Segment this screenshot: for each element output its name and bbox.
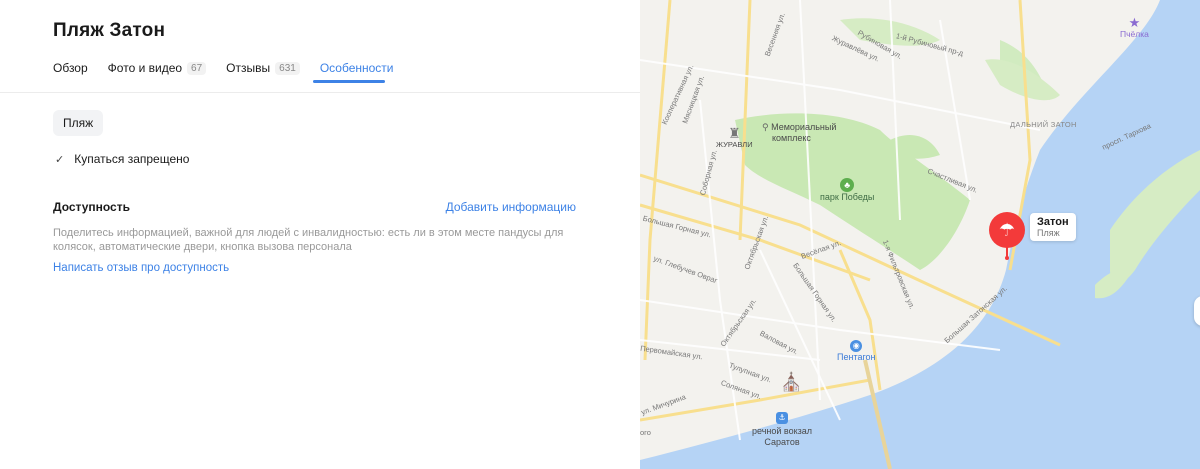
pin-label-card[interactable]: Затон Пляж xyxy=(1030,213,1076,241)
tab-reviews-label: Отзывы xyxy=(226,61,271,75)
add-info-link[interactable]: Добавить информацию xyxy=(446,200,576,214)
pin-place-type: Пляж xyxy=(1037,228,1060,238)
map-view[interactable]: Журавлёва ул. Рубиновая ул. 1-й Рубиновы… xyxy=(640,0,1200,469)
star-icon: ★ xyxy=(1128,15,1141,30)
ferry-icon: ⚓ xyxy=(776,412,788,424)
tab-bar: Обзор Фото и видео 67 Отзывы 631 Особенн… xyxy=(53,58,414,78)
park-label: парк Победы xyxy=(820,192,875,202)
place-title: Пляж Затон xyxy=(53,20,166,41)
map-side-button[interactable] xyxy=(1194,296,1200,326)
monument-zhuravli-icon: ♜ xyxy=(728,125,741,141)
river-station-line1: речной вокзал xyxy=(752,426,813,436)
category-chip[interactable]: Пляж xyxy=(53,110,104,136)
river-station-line2: Саратов xyxy=(764,437,800,447)
map-canvas xyxy=(640,0,1200,469)
pchelka-poi[interactable]: ★ Пчёлка xyxy=(1120,16,1149,39)
park-icon: ♣ xyxy=(840,178,855,192)
tab-reviews-count: 631 xyxy=(275,61,300,75)
active-tab-indicator xyxy=(313,80,385,83)
pin-dot xyxy=(1005,256,1009,260)
feature-label: Купаться запрещено xyxy=(74,152,190,166)
feature-item: ✓ Купаться запрещено xyxy=(55,152,189,166)
tab-features-label: Особенности xyxy=(319,61,394,75)
tab-features[interactable]: Особенности xyxy=(320,61,394,75)
tab-photos-label: Фото и видео xyxy=(107,61,183,75)
zhuravli-text: ЖУРАВЛИ xyxy=(716,140,753,149)
memorial-label[interactable]: ⚲ Мемориальный комплекс xyxy=(762,122,836,143)
river-station-poi[interactable]: ⚓ речной вокзал Саратов xyxy=(752,412,812,448)
tab-reviews[interactable]: Отзывы 631 xyxy=(226,61,300,75)
mall-poi[interactable]: ◉ Пентагон xyxy=(837,340,876,362)
pchelka-label: Пчёлка xyxy=(1120,29,1149,39)
pin-place-name: Затон xyxy=(1037,216,1069,228)
beach-pin[interactable]: ☂ xyxy=(989,212,1025,248)
tab-overview[interactable]: Обзор xyxy=(53,61,88,75)
place-panel: Пляж Затон Обзор Фото и видео 67 Отзывы … xyxy=(0,0,640,469)
checkmark-icon: ✓ xyxy=(55,153,65,166)
accessibility-review-link[interactable]: Написать отзыв про доступность xyxy=(53,262,229,274)
accessibility-description: Поделитесь информацией, важной для людей… xyxy=(53,227,564,253)
memorial-line2: комплекс xyxy=(772,133,811,143)
cathedral-icon[interactable]: ⛪ xyxy=(780,372,802,393)
monument-icon: ⚲ xyxy=(762,122,769,132)
umbrella-icon: ☂ xyxy=(998,220,1016,240)
tab-overview-label: Обзор xyxy=(53,61,88,75)
tab-photos-count: 67 xyxy=(187,61,207,75)
memorial-line1: Мемориальный xyxy=(771,122,837,132)
shopping-icon: ◉ xyxy=(850,340,863,352)
street-label: ого xyxy=(640,428,651,437)
district-label: ДАЛЬНИЙ ЗАТОН xyxy=(1010,120,1077,129)
header-divider xyxy=(0,92,640,93)
mall-label: Пентагон xyxy=(837,352,876,362)
tab-photos[interactable]: Фото и видео 67 xyxy=(108,61,207,75)
park-poi[interactable]: ♣ парк Победы xyxy=(820,178,874,202)
accessibility-title: Доступность xyxy=(53,200,130,214)
zhuravli-label[interactable]: ♜ ЖУРАВЛИ xyxy=(716,126,753,149)
